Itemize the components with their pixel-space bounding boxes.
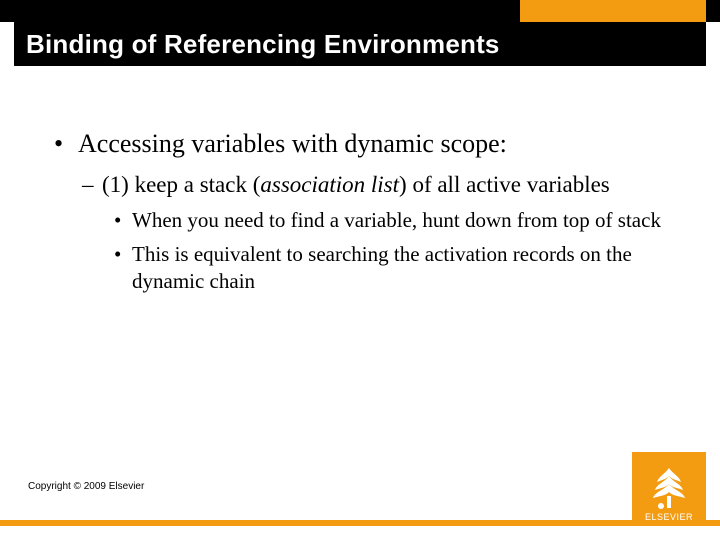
- footer-accent-line: [0, 520, 720, 526]
- bullet-level3-a: When you need to find a variable, hunt d…: [54, 207, 674, 234]
- bullet-level1: Accessing variables with dynamic scope:: [54, 128, 674, 161]
- slide-title: Binding of Referencing Environments: [26, 29, 500, 60]
- publisher-name: ELSEVIER: [645, 512, 693, 522]
- bullet-level2-text-post: ) of all active variables: [399, 172, 610, 197]
- header-accent: [520, 0, 706, 22]
- bullet-level2-emph: association list: [260, 172, 399, 197]
- slide: Binding of Referencing Environments Acce…: [0, 0, 720, 540]
- content-area: Accessing variables with dynamic scope: …: [54, 128, 674, 301]
- bullet-level3-b: This is equivalent to searching the acti…: [54, 241, 674, 296]
- copyright-text: Copyright © 2009 Elsevier: [28, 481, 144, 492]
- tree-icon: [647, 466, 691, 510]
- bullet-level2-text-pre: (1) keep a stack (: [102, 172, 260, 197]
- bullet-level2: (1) keep a stack (association list) of a…: [54, 171, 674, 200]
- title-bar: Binding of Referencing Environments: [14, 22, 706, 66]
- publisher-logo: ELSEVIER: [632, 452, 706, 526]
